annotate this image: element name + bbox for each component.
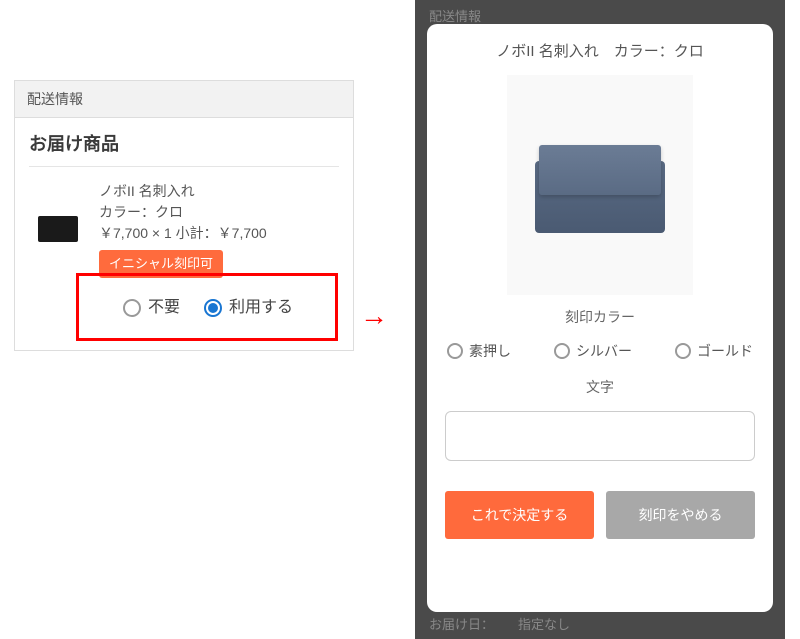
backdrop-delivery-row: お届け日： 指定なし — [429, 614, 570, 633]
item-name: ノボII 名刺入れ — [99, 181, 339, 202]
engrave-color-label: 刻印カラー — [445, 307, 755, 327]
color-blind-option[interactable]: 素押し — [447, 341, 511, 361]
radio-icon — [447, 343, 463, 359]
item-price: ￥7,700 × 1 小計：￥7,700 — [99, 223, 339, 244]
modal-button-row: これで決定する 刻印をやめる — [445, 491, 755, 539]
radio-icon — [554, 343, 570, 359]
color-blind-label: 素押し — [469, 341, 511, 361]
shipping-header: 配送情報 — [15, 81, 353, 118]
right-backdrop: 配送情報 お届け日： 指定なし ノボII 名刺入れ カラー：クロ 刻印カラー 素… — [415, 0, 785, 639]
color-gold-label: ゴールド — [697, 341, 753, 361]
color-silver-option[interactable]: シルバー — [554, 341, 632, 361]
engraving-text-input[interactable] — [445, 411, 755, 461]
cardcase-illustration — [535, 137, 665, 233]
color-gold-option[interactable]: ゴールド — [675, 341, 753, 361]
delivery-date-label: お届け日： — [429, 614, 494, 633]
arrow-right-icon: → — [360, 300, 388, 332]
engrave-color-group: 素押し シルバー ゴールド — [445, 341, 755, 361]
items-title: お届け商品 — [29, 130, 339, 167]
text-label: 文字 — [445, 377, 755, 397]
confirm-button[interactable]: これで決定する — [445, 491, 594, 539]
emphasis-outline — [76, 273, 338, 341]
item-color: カラー：クロ — [99, 202, 339, 223]
cardcase-black-icon — [38, 216, 78, 242]
engraving-modal: ノボII 名刺入れ カラー：クロ 刻印カラー 素押し シルバー ゴールド 文字 — [427, 24, 773, 612]
product-image — [507, 75, 693, 295]
cancel-button[interactable]: 刻印をやめる — [606, 491, 755, 539]
product-thumbnail — [29, 205, 87, 253]
color-silver-label: シルバー — [576, 341, 632, 361]
backdrop-shipping-label: 配送情報 — [429, 6, 481, 25]
modal-title: ノボII 名刺入れ カラー：クロ — [445, 40, 755, 61]
cardcase-flap — [539, 145, 661, 195]
radio-icon — [675, 343, 691, 359]
delivery-date-value: 指定なし — [518, 614, 570, 633]
